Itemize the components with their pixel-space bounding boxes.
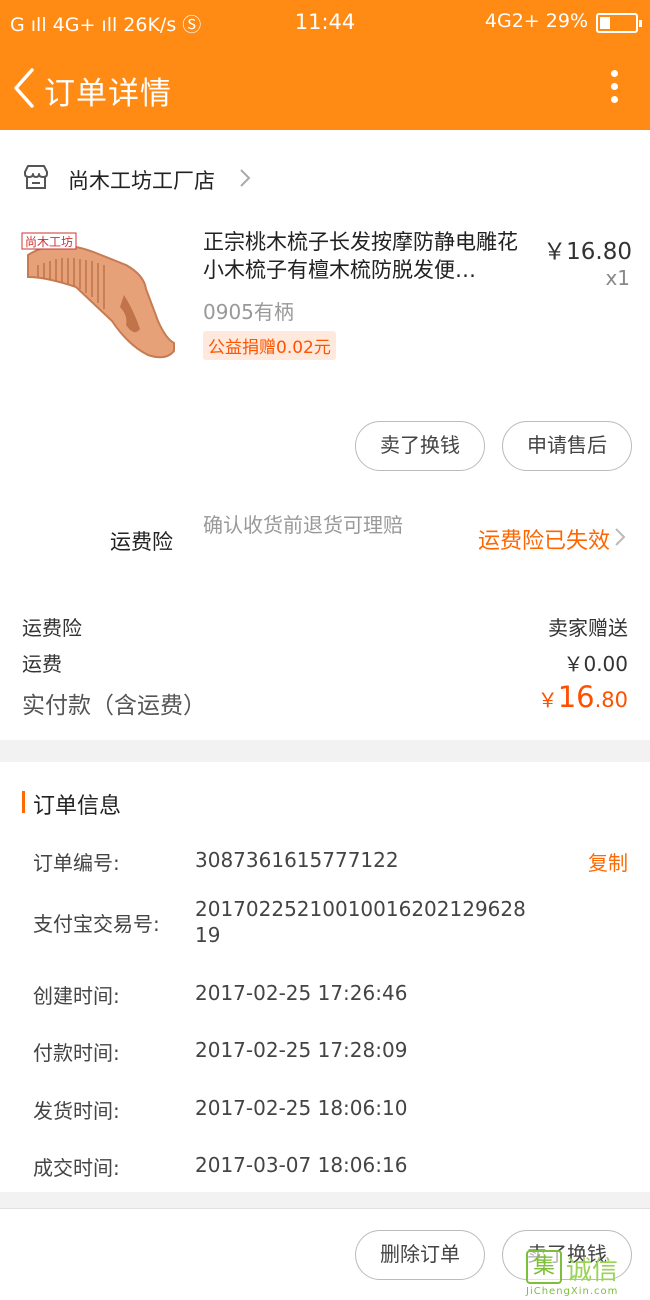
- fee-shipping-row: 运费 ￥0.00: [22, 648, 628, 677]
- page-title: 订单详情: [44, 76, 172, 112]
- total-decimal: .80: [594, 688, 628, 712]
- info-key: 创建时间:: [33, 984, 120, 1008]
- info-key: 发货时间:: [33, 1099, 120, 1123]
- header-bar: 订单详情: [0, 46, 650, 130]
- info-key: 成交时间:: [33, 1156, 120, 1180]
- battery-icon: [596, 13, 642, 33]
- product-title[interactable]: 正宗桃木梳子长发按摩防静电雕花小木梳子有檀木梳防脱发便…: [203, 228, 535, 284]
- total-row: 实付款（含运费） ￥16.80: [22, 680, 628, 720]
- total-currency: ￥: [537, 688, 558, 712]
- copy-button[interactable]: 复制: [588, 847, 628, 876]
- info-key: 支付宝交易号:: [33, 912, 160, 936]
- product-image[interactable]: 尚木工坊: [16, 225, 176, 387]
- total-amount: ￥16.80: [538, 680, 628, 714]
- more-vertical-icon[interactable]: [608, 70, 620, 110]
- info-value: 2017-03-07 18:06:16: [195, 1153, 408, 1177]
- product-sku: 0905有柄: [203, 300, 294, 324]
- section-title: 订单信息: [33, 794, 122, 819]
- info-value: 2017-02-25 17:28:09: [195, 1038, 408, 1062]
- watermark-logo-icon: 集: [526, 1250, 562, 1284]
- section-accent-bar: [22, 791, 25, 813]
- product-price: ￥16.80: [543, 239, 632, 265]
- info-value: 2017-02-25 18:06:10: [195, 1096, 408, 1120]
- product-logo-text: 尚木工坊: [25, 234, 73, 249]
- watermark: 集 诚信 JiChengXin.com: [526, 1250, 644, 1297]
- battery-status: 4G2+ 29%: [484, 10, 588, 32]
- order-card: 尚木工坊工厂店 尚木工坊 正宗桃木梳子长发按摩防静电雕花小木梳子有檀木梳防脱发便…: [0, 130, 650, 740]
- fee-insurance-value: 卖家赠送: [548, 616, 628, 640]
- delete-order-button[interactable]: 删除订单: [355, 1230, 485, 1280]
- status-bar: G ıll 4G+ ıll 26K/s Ⓢ 11:44 4G2+ 29%: [0, 0, 650, 46]
- total-label: 实付款（含运费）: [22, 693, 206, 719]
- store-icon: [24, 165, 48, 189]
- fee-insurance-row: 运费险 卖家赠送: [22, 612, 628, 641]
- sell-button[interactable]: 卖了换钱: [355, 421, 485, 471]
- fee-shipping-value: ￥0.00: [563, 652, 628, 676]
- chevron-right-icon: [240, 169, 251, 187]
- product-quantity: x1: [605, 266, 630, 290]
- order-info-card: 订单信息 订单编号: 3087361615777122 复制 支付宝交易号: 2…: [0, 762, 650, 1192]
- shop-name: 尚木工坊工厂店: [68, 169, 215, 193]
- chevron-right-icon[interactable]: [614, 527, 626, 547]
- aftersale-button[interactable]: 申请售后: [502, 421, 632, 471]
- insurance-desc: 确认收货前退货可理赔: [203, 513, 403, 537]
- fee-shipping-label: 运费: [22, 652, 62, 676]
- fee-insurance-label: 运费险: [22, 616, 82, 640]
- total-integer: 16: [557, 680, 595, 714]
- insurance-label: 运费险: [110, 530, 173, 554]
- shop-link[interactable]: 尚木工坊工厂店: [22, 150, 628, 206]
- info-value[interactable]: 3087361615777122: [195, 847, 545, 873]
- insurance-status-link[interactable]: 运费险已失效: [478, 523, 610, 555]
- charity-badge: 公益捐赠0.02元: [203, 331, 336, 360]
- info-value: 2017-02-25 17:26:46: [195, 981, 408, 1005]
- watermark-url: JiChengXin.com: [526, 1286, 619, 1297]
- info-key: 付款时间:: [33, 1041, 120, 1065]
- battery-level: [600, 17, 610, 29]
- watermark-text: 诚信: [566, 1256, 619, 1286]
- info-value[interactable]: 2017022521001001620212962819: [195, 896, 537, 948]
- info-key: 订单编号:: [33, 851, 120, 875]
- chevron-left-icon[interactable]: [10, 66, 40, 110]
